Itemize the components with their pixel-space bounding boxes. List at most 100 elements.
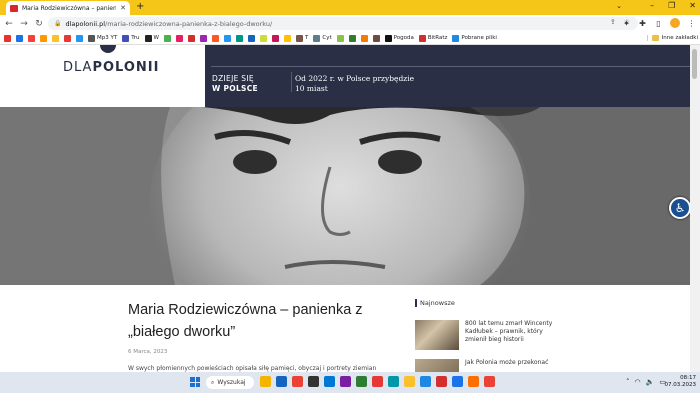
- profile-avatar[interactable]: [670, 18, 680, 28]
- maximize-button[interactable]: ❐: [668, 1, 675, 10]
- share-icon[interactable]: ⇪: [610, 18, 616, 26]
- sidebar-item-thumbnail[interactable]: [415, 320, 459, 350]
- bookmark-item[interactable]: [76, 34, 83, 42]
- bookmark-item[interactable]: Cyt: [313, 34, 332, 42]
- taskbar-app-icon[interactable]: [468, 376, 479, 387]
- ticker-headline[interactable]: Od 2022 r. w Polsce przybędzie 10 miast: [295, 74, 414, 94]
- chevron-up-icon[interactable]: ˄: [626, 378, 630, 386]
- lock-icon[interactable]: 🔒: [54, 20, 61, 27]
- other-bookmarks[interactable]: Inne zakładki: [646, 35, 698, 41]
- clock-time: 08:17: [680, 375, 696, 381]
- article-title[interactable]: Maria Rodziewiczówna – panienka z „białe…: [128, 299, 388, 343]
- bookmark-item[interactable]: [40, 34, 47, 42]
- tab-search-chevron-icon[interactable]: ⌄: [616, 2, 622, 10]
- close-tab-icon[interactable]: ✕: [120, 4, 126, 12]
- forward-button[interactable]: →: [18, 19, 30, 29]
- bookmark-item[interactable]: [283, 34, 291, 42]
- taskbar-app-icon[interactable]: [404, 376, 415, 387]
- bookmark-favicon-icon: [247, 34, 255, 42]
- bookmark-item[interactable]: Mp3 YT: [88, 34, 117, 42]
- bookmark-item[interactable]: [175, 34, 183, 42]
- accessibility-icon[interactable]: ♿: [669, 197, 691, 219]
- bookmark-favicon-icon: [452, 34, 460, 42]
- folder-icon: [651, 35, 659, 41]
- site-header: DZIEJE SIĘ W POLSCE Od 2022 r. w Polsce …: [205, 45, 691, 107]
- bookmark-item[interactable]: [64, 34, 71, 42]
- address-bar[interactable]: 🔒 dlapolonii.pl/maria-rodziewiczowna-pan…: [48, 17, 638, 30]
- bookmark-item[interactable]: [28, 34, 35, 42]
- volume-icon[interactable]: 🔈: [646, 378, 655, 386]
- taskbar-app-icon[interactable]: [484, 376, 495, 387]
- bookmark-item[interactable]: [163, 34, 171, 42]
- taskbar-app-icon[interactable]: [420, 376, 431, 387]
- bookmark-item[interactable]: [211, 34, 219, 42]
- wifi-icon[interactable]: ◠: [635, 378, 641, 386]
- taskbar-app-icon[interactable]: [340, 376, 351, 387]
- bookmark-item[interactable]: [336, 34, 344, 42]
- sidebar-item-thumbnail[interactable]: [415, 359, 459, 372]
- bookmark-item[interactable]: [259, 34, 267, 42]
- clock[interactable]: 08:17 07.03.2023: [665, 375, 697, 389]
- taskbar-app-icon[interactable]: [356, 376, 367, 387]
- bookmark-item[interactable]: [16, 34, 23, 42]
- minimize-button[interactable]: –: [650, 1, 654, 10]
- bookmark-item[interactable]: [348, 34, 356, 42]
- bookmark-item[interactable]: [235, 34, 243, 42]
- bookmark-item[interactable]: [187, 34, 195, 42]
- bookmark-item[interactable]: [52, 34, 59, 42]
- bookmark-item[interactable]: Pogoda: [384, 34, 414, 42]
- bookmark-favicon-icon: [223, 34, 231, 42]
- bookmark-label: Pogoda: [393, 35, 414, 41]
- back-button[interactable]: ←: [3, 19, 15, 29]
- bookmark-item[interactable]: [4, 34, 11, 42]
- scrollbar-thumb[interactable]: [692, 49, 697, 79]
- taskbar-app-icon[interactable]: [260, 376, 271, 387]
- browser-tab[interactable]: Maria Rodziewiczówna – panien ✕: [6, 1, 130, 15]
- logo-text-light: DLA: [63, 60, 93, 75]
- bookmark-favicon-icon: [144, 34, 152, 42]
- logo-text-bold: POLONII: [92, 60, 160, 75]
- taskbar-app-icon[interactable]: [452, 376, 463, 387]
- taskbar-app-icon[interactable]: [308, 376, 319, 387]
- sidebar-item-title[interactable]: 800 lat temu zmarł Wincenty Kadłubek – p…: [465, 320, 557, 350]
- close-window-button[interactable]: ✕: [689, 1, 696, 10]
- bookmark-item[interactable]: [247, 34, 255, 42]
- ticker-headline-line2: 10 miast: [295, 84, 328, 93]
- bookmark-item[interactable]: [271, 34, 279, 42]
- bookmark-item[interactable]: [199, 34, 207, 42]
- bookmark-item[interactable]: [372, 34, 380, 42]
- extension-icon[interactable]: ✦: [622, 19, 631, 28]
- new-tab-button[interactable]: +: [136, 2, 144, 12]
- bookmark-item[interactable]: W: [144, 34, 159, 42]
- taskbar-app-icon[interactable]: [324, 376, 335, 387]
- site-logo[interactable]: DLAPOLONII: [0, 45, 205, 107]
- bookmark-favicon-icon: [187, 34, 195, 42]
- taskbar-app-icon[interactable]: [292, 376, 303, 387]
- bookmark-item[interactable]: BitRatz: [418, 34, 447, 42]
- bookmark-item[interactable]: Tru: [122, 34, 140, 42]
- bookmark-favicon-icon: [88, 34, 95, 42]
- taskbar-app-icon[interactable]: [436, 376, 447, 387]
- taskbar-app-icon[interactable]: [388, 376, 399, 387]
- side-panel-icon[interactable]: ▯: [654, 19, 663, 28]
- menu-kebab-icon[interactable]: ⋮: [687, 19, 696, 28]
- bookmark-label: Tru: [131, 35, 140, 41]
- windows-start-icon[interactable]: [190, 377, 200, 387]
- taskbar-app-icon[interactable]: [276, 376, 287, 387]
- bookmark-favicon-icon: [64, 34, 71, 42]
- logo-mark-icon: [100, 45, 116, 53]
- bookmark-item[interactable]: [360, 34, 368, 42]
- bookmark-item[interactable]: Pobrane pliki: [452, 34, 497, 42]
- sidebar-item[interactable]: 800 lat temu zmarł Wincenty Kadłubek – p…: [415, 320, 557, 350]
- taskbar-search[interactable]: ⌕ Wyszukaj: [206, 376, 254, 389]
- bookmark-item[interactable]: T: [295, 34, 308, 42]
- scrollbar-track[interactable]: [690, 45, 700, 372]
- extensions-puzzle-icon[interactable]: ✚: [638, 19, 647, 28]
- taskbar-app-icon[interactable]: [372, 376, 383, 387]
- sidebar-heading: Najnowsze: [415, 299, 455, 307]
- sidebar-item[interactable]: Jak Polonia może przekonać: [415, 359, 557, 372]
- sidebar-item-title[interactable]: Jak Polonia może przekonać: [465, 359, 557, 372]
- bookmark-item[interactable]: [223, 34, 231, 42]
- bookmark-favicon-icon: [235, 34, 243, 42]
- reload-button[interactable]: ↻: [33, 19, 45, 29]
